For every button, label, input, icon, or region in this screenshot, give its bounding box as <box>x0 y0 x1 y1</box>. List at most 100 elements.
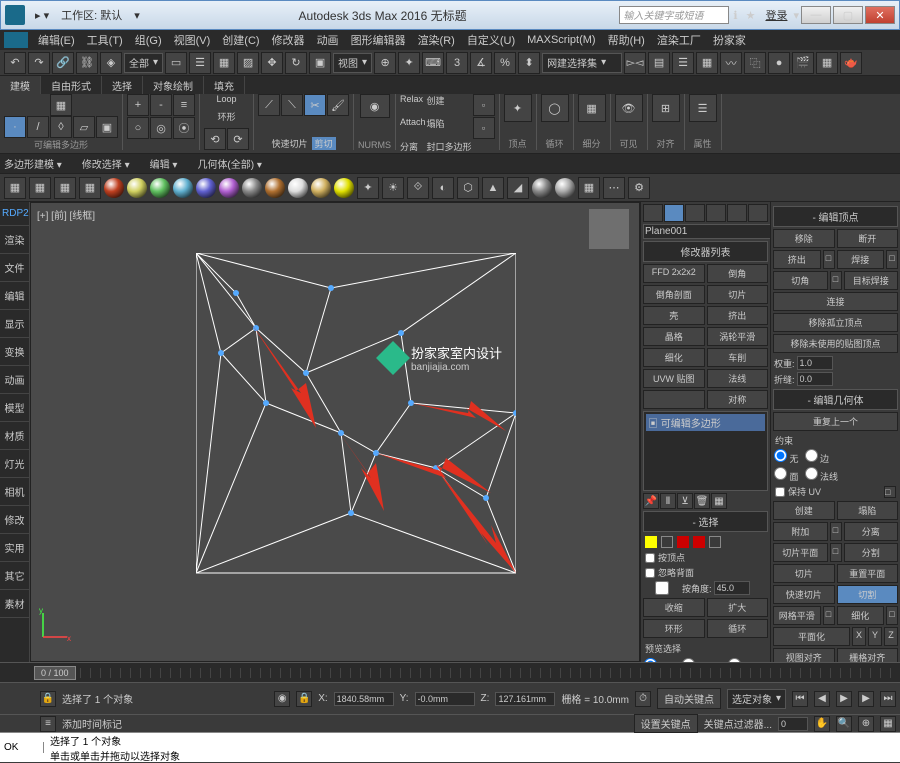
menu-graph[interactable]: 图形编辑器 <box>345 32 412 48</box>
msmooth-opt[interactable]: □ <box>823 606 835 625</box>
percent-snap-button[interactable]: % <box>494 52 516 74</box>
create-btn2[interactable]: 创建 <box>427 94 472 116</box>
vert-big[interactable]: ✦ <box>504 94 532 122</box>
mat-sphere-brown[interactable] <box>265 178 285 198</box>
element-mode[interactable]: ▣ <box>96 116 118 138</box>
play-btn[interactable]: ▶ <box>836 691 852 707</box>
nav4[interactable]: ▦ <box>880 716 896 732</box>
mod-lathe[interactable]: 车削 <box>707 348 769 367</box>
targetweld-btn[interactable]: 目标焊接 <box>844 271 899 290</box>
detach-btn[interactable]: 分离 <box>400 140 426 153</box>
mat-tool4[interactable]: ◐ <box>432 177 454 199</box>
relax-btn[interactable]: Relax <box>400 94 426 116</box>
ring-btn[interactable]: ◎ <box>150 117 172 139</box>
subobj-poly[interactable] <box>693 536 705 548</box>
loop-btn[interactable]: ○ <box>127 117 149 139</box>
planar-x[interactable]: X <box>852 627 866 646</box>
mod-chamferprof[interactable]: 倒角剖面 <box>643 285 705 304</box>
layers-button[interactable]: ☰ <box>672 52 694 74</box>
ref-coord-dropdown[interactable]: 视图▾ <box>333 53 372 73</box>
menu-maxscript[interactable]: MAXScript(M) <box>521 34 601 46</box>
mat-more[interactable]: ⋯ <box>603 177 625 199</box>
align-big[interactable]: ⊞ <box>652 94 680 122</box>
tab-create[interactable] <box>643 204 663 222</box>
attach-opt[interactable]: □ <box>830 522 842 541</box>
preview-sub[interactable] <box>682 658 695 662</box>
edit-geo-rollout[interactable]: - 编辑几何体 <box>773 389 898 410</box>
quickloop-btn[interactable]: ⟍ <box>281 94 303 116</box>
menu-tools[interactable]: 工具(T) <box>81 32 129 48</box>
edit-vertex-rollout[interactable]: - 编辑顶点 <box>773 206 898 227</box>
prop-big[interactable]: ☰ <box>689 94 717 122</box>
remove-btn[interactable]: 移除 <box>773 229 835 248</box>
mod-symmetry[interactable]: 对称 <box>707 390 769 409</box>
detach-btn2[interactable]: 分离 <box>844 522 899 541</box>
by-angle-check[interactable] <box>644 581 680 595</box>
mat-sphere-x1[interactable] <box>532 178 552 198</box>
mod-extrude[interactable]: 挤出 <box>707 306 769 325</box>
visible-big[interactable]: 👁 <box>615 94 643 122</box>
nav1[interactable]: ✋ <box>814 716 830 732</box>
extra-btn2[interactable]: ▫ <box>473 117 495 139</box>
time-config-icon[interactable]: ⏱ <box>635 691 651 707</box>
sidebar-render[interactable]: 渲染 <box>0 226 29 254</box>
planar-y[interactable]: Y <box>868 627 882 646</box>
angle-snap-button[interactable]: ∡ <box>470 52 492 74</box>
login-link[interactable]: 登录 <box>765 7 787 23</box>
coord-z[interactable] <box>495 692 555 706</box>
sidebar-transform[interactable]: 变换 <box>0 338 29 366</box>
constraint-normal[interactable] <box>805 467 818 480</box>
play-end[interactable]: ⏭ <box>880 691 896 707</box>
create-btn[interactable]: 创建 <box>773 501 835 520</box>
select-rect-button[interactable]: ▦ <box>213 52 235 74</box>
mat-slot4[interactable]: ▦ <box>79 177 101 199</box>
viewcube[interactable] <box>589 209 629 249</box>
mat-slot2[interactable]: ▦ <box>29 177 51 199</box>
viewport-label[interactable]: [+] [前] [线框] <box>37 207 95 222</box>
mat-sphere-gray[interactable] <box>242 178 262 198</box>
grow-btn[interactable]: + <box>127 94 149 116</box>
mat-tool1[interactable]: ✦ <box>357 177 379 199</box>
search-input[interactable]: 输入关键字或短语 <box>619 6 729 24</box>
mod-lattice[interactable]: 晶格 <box>643 327 705 346</box>
prompt-ok[interactable]: OK <box>4 742 44 753</box>
footer-modsel[interactable]: 修改选择 ▾ <box>82 156 130 171</box>
shrink-sel[interactable]: 收缩 <box>643 598 705 617</box>
vertex-mode[interactable]: · <box>4 116 26 138</box>
mat-sphere-yellow[interactable] <box>127 178 147 198</box>
ignore-back-check[interactable] <box>645 568 655 578</box>
modifier-list-dropdown[interactable]: 修改器列表 <box>643 241 768 262</box>
tab-motion[interactable] <box>706 204 726 222</box>
planar-btn[interactable]: 平面化 <box>773 627 850 646</box>
nurms-btn[interactable]: ◉ <box>360 94 390 118</box>
menu-render[interactable]: 渲染(R) <box>412 32 461 48</box>
selection-filter[interactable]: 全部▾ <box>124 53 163 73</box>
select-name-button[interactable]: ☰ <box>189 52 211 74</box>
menu-help[interactable]: 帮助(H) <box>602 32 651 48</box>
scale-button[interactable]: ▣ <box>309 52 331 74</box>
frame-input[interactable] <box>778 717 808 731</box>
time-slider[interactable]: 0 / 100 <box>34 666 76 680</box>
unique[interactable]: ⊻ <box>677 493 693 509</box>
subobj-border[interactable] <box>677 536 689 548</box>
angle-input[interactable] <box>714 581 750 595</box>
ribbon-tab-paint[interactable]: 对象绘制 <box>143 76 204 94</box>
keyboard-button[interactable]: ⌨ <box>422 52 444 74</box>
split-check[interactable]: □ <box>830 543 842 562</box>
mod-shell[interactable]: 壳 <box>643 306 705 325</box>
refine-big[interactable]: ▦ <box>578 94 606 122</box>
break-btn[interactable]: 断开 <box>837 229 899 248</box>
selection-rollout[interactable]: - 选择 <box>643 511 768 532</box>
menu-modifiers[interactable]: 修改器 <box>266 32 311 48</box>
mod-uvw[interactable]: UVW 贴图 <box>643 369 705 388</box>
repeat-btn[interactable]: 重复上一个 <box>773 412 898 431</box>
quick-access[interactable]: ▸ ▾ <box>35 9 49 22</box>
setkey-btn[interactable]: 设置关键点 <box>634 714 698 733</box>
mat-grid[interactable]: ▦ <box>578 177 600 199</box>
expand-btn[interactable]: ≡ <box>173 94 195 116</box>
mat-sphere-x2[interactable] <box>555 178 575 198</box>
tess-btn[interactable]: 细化 <box>837 606 885 625</box>
tab-modify[interactable] <box>664 204 684 222</box>
modifier-stack[interactable]: ▣ 可编辑多边形 <box>643 411 768 491</box>
mat-sphere-green[interactable] <box>150 178 170 198</box>
